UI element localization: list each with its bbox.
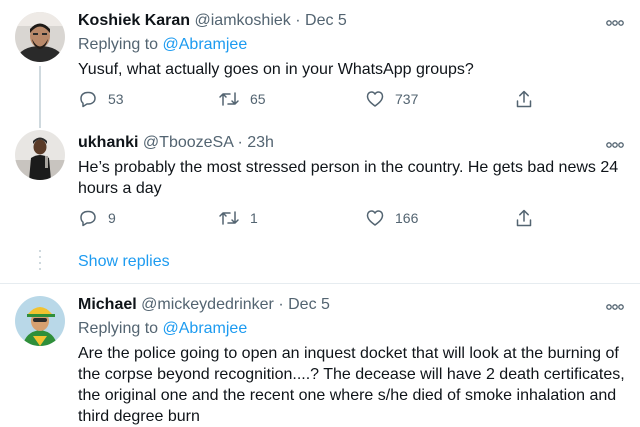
retweet-count: 1	[250, 210, 258, 226]
user-handle[interactable]: @TboozeSA	[143, 134, 233, 151]
user-handle[interactable]: @iamkoshiek	[195, 12, 291, 29]
more-icon[interactable]	[606, 137, 624, 148]
like-button[interactable]: 166	[365, 207, 418, 229]
thread-line	[39, 66, 41, 120]
replying-prefix: Replying to	[78, 320, 163, 337]
retweet-button[interactable]: 65	[218, 88, 266, 110]
timestamp[interactable]: Dec 5	[305, 12, 347, 29]
more-icon[interactable]	[606, 299, 624, 310]
more-icon[interactable]	[606, 15, 624, 26]
user-handle[interactable]: @mickeydedrinker	[141, 296, 274, 313]
tweet-header: Koshiek Karan @iamkoshiek · Dec 5	[78, 11, 347, 31]
share-icon	[516, 209, 532, 227]
mention-link[interactable]: @Abramjee	[163, 320, 248, 337]
like-button[interactable]: 737	[365, 88, 418, 110]
timestamp[interactable]: Dec 5	[288, 296, 330, 313]
heart-icon	[366, 91, 384, 107]
reply-icon	[80, 210, 96, 227]
tweet-actions: 9 1 166	[78, 207, 558, 229]
retweet-button[interactable]: 1	[218, 207, 258, 229]
tweet-text: Yusuf, what actually goes on in your Wha…	[78, 61, 474, 78]
like-count: 737	[395, 91, 419, 107]
heart-icon	[366, 210, 384, 226]
display-name[interactable]: Koshiek Karan	[78, 12, 190, 29]
reply-button[interactable]: 9	[78, 207, 116, 229]
like-count: 166	[395, 210, 419, 226]
share-button[interactable]	[514, 207, 534, 229]
display-name[interactable]: ukhanki	[78, 134, 138, 151]
reply-count: 53	[108, 91, 124, 107]
avatar[interactable]	[15, 130, 65, 180]
retweet-icon	[219, 92, 239, 106]
tweet-text: Are the police going to open an inquest …	[78, 345, 625, 425]
tweet-actions: 53 65 737	[78, 88, 558, 110]
share-button[interactable]	[514, 88, 534, 110]
retweet-count: 65	[250, 91, 266, 107]
avatar[interactable]	[15, 296, 65, 346]
separator-dot: ·	[278, 296, 284, 313]
retweet-icon	[219, 211, 239, 225]
timestamp[interactable]: 23h	[247, 134, 274, 151]
tweet-header: Michael @mickeydedrinker · Dec 5	[78, 295, 330, 315]
tweet-ukhanki[interactable]: ukhanki @TboozeSA · 23h He’s probably th…	[0, 120, 640, 250]
share-icon	[516, 90, 532, 108]
reply-button[interactable]: 53	[78, 88, 124, 110]
tweet-text: He’s probably the most stressed person i…	[78, 159, 619, 197]
replying-to: Replying to @Abramjee	[78, 319, 247, 339]
tweet-header: ukhanki @TboozeSA · 23h	[78, 133, 274, 153]
display-name[interactable]: Michael	[78, 296, 137, 313]
thread-line	[39, 120, 41, 128]
tweet-koshiek[interactable]: Koshiek Karan @iamkoshiek · Dec 5 Replyi…	[0, 0, 640, 120]
thread-dots	[39, 250, 41, 272]
mention-link[interactable]: @Abramjee	[163, 36, 248, 53]
replying-to: Replying to @Abramjee	[78, 35, 247, 55]
show-replies-link[interactable]: Show replies	[78, 252, 170, 272]
avatar[interactable]	[15, 12, 65, 62]
separator-dot: ·	[295, 12, 301, 29]
separator-dot: ·	[237, 134, 243, 151]
reply-count: 9	[108, 210, 116, 226]
reply-icon	[80, 91, 96, 108]
replying-prefix: Replying to	[78, 36, 163, 53]
tweet-michael[interactable]: Michael @mickeydedrinker · Dec 5 Replyin…	[0, 284, 640, 427]
